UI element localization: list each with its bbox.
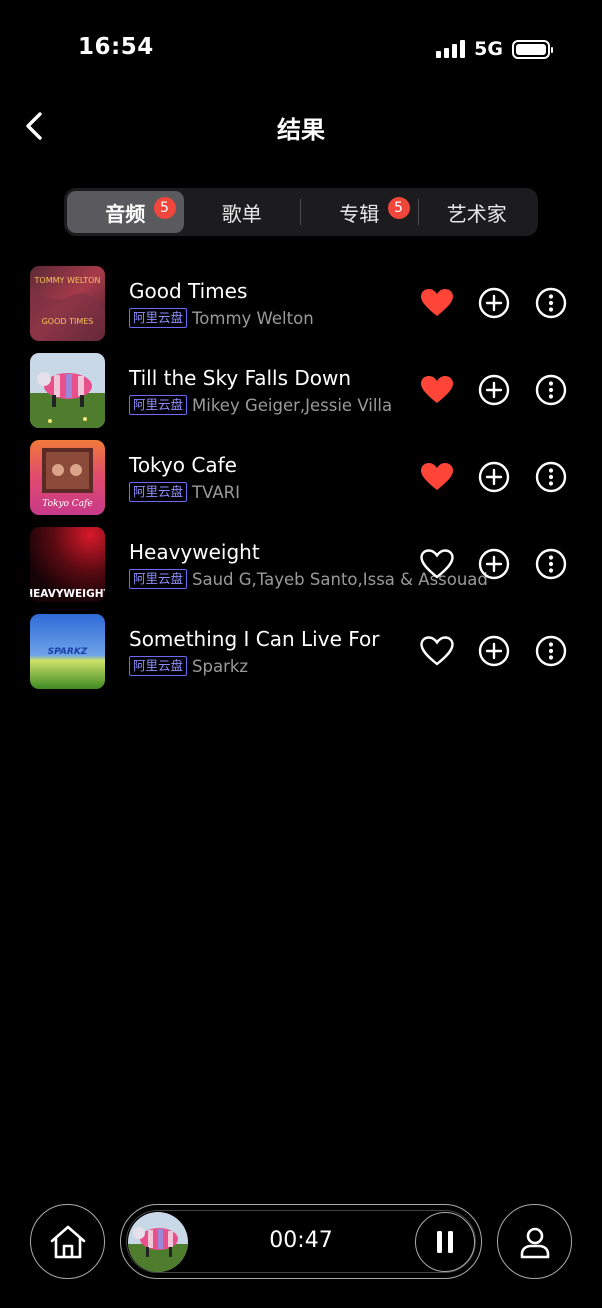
person-icon (520, 1227, 549, 1258)
song-meta: 阿里云盘 Tommy Welton (129, 308, 314, 328)
status-time: 16:54 (78, 34, 154, 60)
status-bar: 16:54 5G (0, 0, 602, 90)
tab-audio[interactable]: 音频 5 (67, 191, 184, 233)
cover-text: Tokyo Cafe (42, 499, 92, 509)
like-button[interactable] (420, 373, 454, 407)
status-indicators: 5G (436, 38, 553, 60)
source-tag: 阿里云盘 (129, 308, 188, 328)
more-button[interactable] (534, 286, 568, 320)
like-button[interactable] (420, 547, 454, 581)
heart-icon (421, 463, 453, 490)
song-title: Heavyweight (129, 540, 260, 564)
song-artist: Mikey Geiger,Jessie Villa (192, 395, 393, 415)
add-button[interactable] (477, 286, 511, 320)
tab-badge: 5 (153, 197, 176, 219)
song-meta: 阿里云盘 Mikey Geiger,Jessie Villa (129, 395, 392, 415)
cover-text: TOMMY WELTON (34, 276, 101, 285)
song-title: Something I Can Live For (129, 627, 380, 651)
result-tabs: 音频 5 歌单 专辑 5 艺术家 (64, 188, 538, 236)
more-button[interactable] (534, 460, 568, 494)
add-button[interactable] (477, 373, 511, 407)
song-artist: Sparkz (192, 656, 249, 676)
cover-text: GOOD TIMES (42, 317, 94, 326)
cover-text: HEAVYWEIGHT (30, 588, 105, 600)
bottom-bar: 00:47 (0, 1204, 602, 1280)
mini-player[interactable]: 00:47 (120, 1204, 482, 1279)
home-button[interactable] (30, 1204, 105, 1279)
more-button[interactable] (534, 373, 568, 407)
pause-button[interactable] (415, 1212, 475, 1272)
song-title: Good Times (129, 279, 248, 303)
like-button[interactable] (420, 634, 454, 668)
like-button[interactable] (420, 286, 454, 320)
heart-icon (421, 289, 453, 316)
heart-icon (421, 376, 453, 403)
song-row[interactable]: Till the Sky Falls Down 阿里云盘 Mikey Geige… (0, 349, 602, 436)
song-artist: Tommy Welton (192, 308, 314, 328)
more-circle-icon (535, 635, 567, 667)
plus-circle-icon (478, 374, 510, 406)
source-tag: 阿里云盘 (129, 569, 188, 589)
tab-label: 歌单 (221, 201, 262, 226)
plus-circle-icon (478, 461, 510, 493)
signal-icon (436, 40, 466, 58)
network-type: 5G (474, 38, 503, 60)
more-button[interactable] (534, 634, 568, 668)
song-title: Till the Sky Falls Down (129, 366, 352, 390)
heart-icon (420, 636, 454, 666)
profile-button[interactable] (497, 1204, 572, 1279)
plus-circle-icon (478, 287, 510, 319)
tab-label: 专辑 (339, 201, 380, 226)
tab-artists[interactable]: 艺术家 (419, 191, 536, 233)
more-circle-icon (535, 287, 567, 319)
battery-icon (512, 39, 553, 59)
like-button[interactable] (420, 460, 454, 494)
more-circle-icon (535, 374, 567, 406)
plus-circle-icon (478, 548, 510, 580)
song-row[interactable]: TOMMY WELTON GOOD TIMES Good Times 阿里云盘 … (0, 262, 602, 349)
home-icon (50, 1225, 85, 1258)
song-meta: 阿里云盘 TVARI (129, 482, 240, 502)
song-row[interactable]: Tokyo Cafe Tokyo Cafe 阿里云盘 TVARI (0, 436, 602, 523)
pause-icon (437, 1231, 453, 1253)
tab-label: 艺术家 (446, 201, 507, 226)
album-cover (30, 353, 105, 428)
page-title: 结果 (277, 116, 325, 144)
cover-text: SPARKZ (48, 647, 88, 657)
more-circle-icon (535, 548, 567, 580)
tab-badge: 5 (387, 197, 410, 219)
album-cover: Tokyo Cafe (30, 440, 105, 515)
source-tag: 阿里云盘 (129, 656, 188, 676)
add-button[interactable] (477, 634, 511, 668)
add-button[interactable] (477, 547, 511, 581)
song-artist: TVARI (192, 482, 240, 502)
album-cover: SPARKZ (30, 614, 105, 689)
song-title: Tokyo Cafe (129, 453, 237, 477)
more-circle-icon (535, 461, 567, 493)
song-list: TOMMY WELTON GOOD TIMES Good Times 阿里云盘 … (0, 262, 602, 697)
song-row[interactable]: HEAVYWEIGHT Heavyweight 阿里云盘 Saud G,Taye… (0, 523, 602, 610)
header: 结果 (0, 100, 602, 152)
source-tag: 阿里云盘 (129, 482, 188, 502)
tab-albums[interactable]: 专辑 5 (301, 191, 418, 233)
add-button[interactable] (477, 460, 511, 494)
heart-icon (420, 549, 454, 579)
tab-playlists[interactable]: 歌单 (184, 191, 301, 233)
tab-label: 音频 (105, 201, 146, 226)
song-row[interactable]: SPARKZ Something I Can Live For 阿里云盘 Spa… (0, 610, 602, 697)
source-tag: 阿里云盘 (129, 395, 188, 415)
song-meta: 阿里云盘 Sparkz (129, 656, 248, 676)
album-cover: TOMMY WELTON GOOD TIMES (30, 266, 105, 341)
more-button[interactable] (534, 547, 568, 581)
plus-circle-icon (478, 635, 510, 667)
album-cover: HEAVYWEIGHT (30, 527, 105, 602)
